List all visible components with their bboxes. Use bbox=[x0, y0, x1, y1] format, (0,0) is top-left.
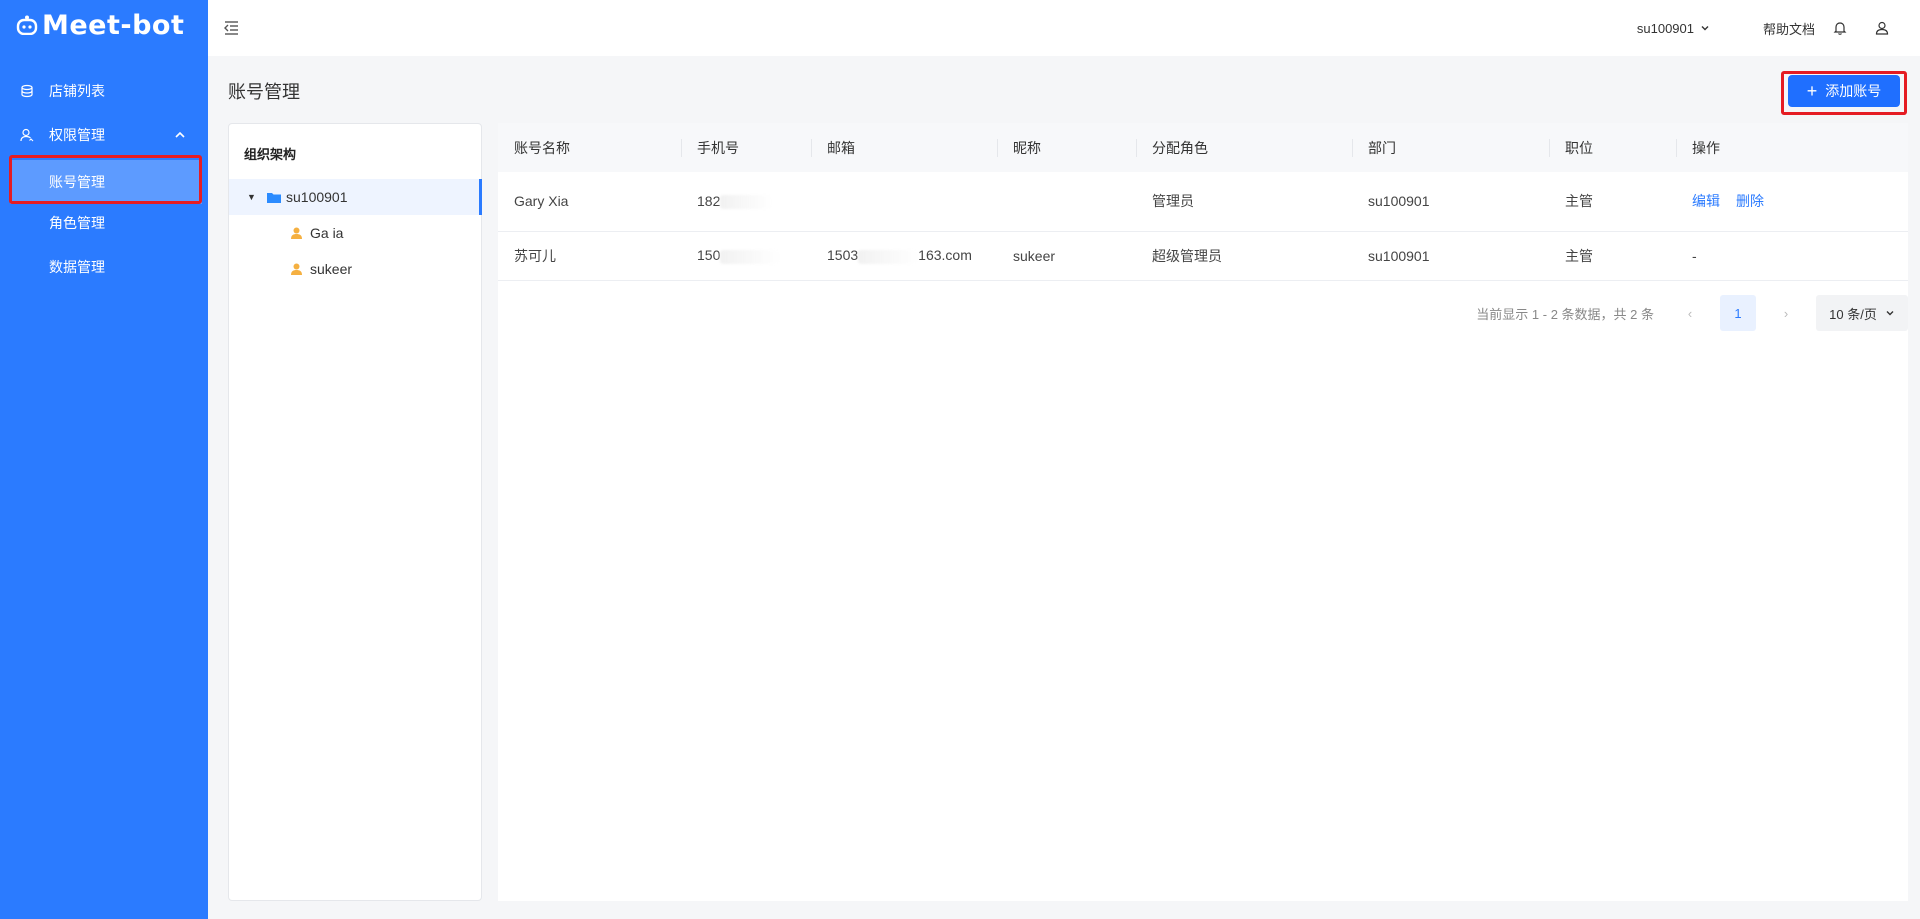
column-header: 操作 bbox=[1676, 123, 1908, 172]
prev-page-icon[interactable]: ‹ bbox=[1676, 306, 1704, 321]
person-icon bbox=[291, 227, 302, 239]
sidebar-item-account-management[interactable]: 账号管理 bbox=[10, 160, 202, 204]
store-list-icon bbox=[21, 84, 33, 98]
tree-node-member[interactable]: sukeer bbox=[229, 251, 482, 287]
column-header: 部门 bbox=[1352, 123, 1549, 172]
cell-name: Gary Xia bbox=[498, 172, 681, 232]
account-table: 账号名称 手机号 邮箱 昵称 分配角色 部门 职位 操作 Gary Xia 18… bbox=[498, 123, 1908, 281]
column-header: 手机号 bbox=[681, 123, 811, 172]
top-bar: su100901 帮助文档 bbox=[208, 0, 1920, 56]
menu-fold-icon[interactable] bbox=[222, 19, 240, 37]
edit-link[interactable]: 编辑 bbox=[1692, 193, 1720, 209]
help-docs-label: 帮助文档 bbox=[1762, 21, 1815, 37]
cell-email: 1503 163.com bbox=[811, 231, 997, 281]
table-row: Gary Xia 182 管理员 su100901 主管 编辑 删除 bbox=[498, 172, 1908, 232]
chevron-up-icon bbox=[175, 131, 185, 138]
user-name: su100901 bbox=[1636, 20, 1694, 36]
sidebar-item-label: 账号管理 bbox=[49, 174, 105, 190]
column-separator bbox=[1676, 139, 1677, 157]
column-separator bbox=[681, 139, 682, 157]
cell-nickname bbox=[997, 172, 1136, 232]
sidebar: Meet-bot 店铺列表 权限管理 账号管理 角色管理 数据管理 bbox=[0, 0, 208, 919]
redacted-blur bbox=[720, 195, 773, 210]
table-header-row: 账号名称 手机号 邮箱 昵称 分配角色 部门 职位 操作 bbox=[498, 123, 1908, 172]
redacted-blur bbox=[720, 249, 781, 264]
tree-node-label: sukeer bbox=[310, 261, 353, 277]
page-size-select[interactable]: 10 条/页 bbox=[1816, 295, 1908, 331]
cell-actions: - bbox=[1676, 231, 1908, 281]
cell-dept: su100901 bbox=[1352, 231, 1549, 281]
cell-role: 超级管理员 bbox=[1136, 231, 1352, 281]
user-permission-icon bbox=[20, 128, 34, 142]
cell-position: 主管 bbox=[1549, 172, 1676, 232]
pagination-info: 当前显示 1 - 2 条数据，共 2 条 bbox=[1476, 306, 1654, 322]
sidebar-item-store-list[interactable]: 店铺列表 bbox=[0, 69, 208, 113]
cell-nickname: sukeer bbox=[997, 231, 1136, 281]
cell-actions: 编辑 删除 bbox=[1676, 172, 1908, 232]
column-header: 昵称 bbox=[997, 123, 1136, 172]
caret-down-icon[interactable]: ▼ bbox=[247, 192, 256, 202]
sidebar-item-label: 数据管理 bbox=[49, 259, 105, 275]
org-structure-panel: 组织架构 ▼ su100901 Ga ia sukeer bbox=[228, 123, 482, 901]
plus-icon: + bbox=[1806, 81, 1818, 101]
cell-email bbox=[811, 172, 997, 232]
cell-phone: 182 bbox=[681, 172, 811, 232]
sidebar-item-label: 店铺列表 bbox=[49, 83, 105, 99]
logo-text: Meet-bot bbox=[42, 9, 185, 41]
help-docs-link[interactable]: 帮助文档 bbox=[1763, 0, 1815, 56]
page-title: 账号管理 bbox=[228, 82, 300, 102]
sidebar-item-label: 角色管理 bbox=[49, 215, 105, 231]
column-separator bbox=[1136, 139, 1137, 157]
redacted-blur bbox=[858, 249, 919, 264]
column-separator bbox=[997, 139, 998, 157]
cell-name: 苏可儿 bbox=[498, 231, 681, 281]
cell-position: 主管 bbox=[1549, 231, 1676, 281]
page-number-button[interactable]: 1 bbox=[1720, 295, 1756, 331]
bell-icon[interactable] bbox=[1832, 20, 1848, 36]
add-account-button[interactable]: + 添加账号 bbox=[1788, 75, 1900, 107]
sidebar-item-data-management[interactable]: 数据管理 bbox=[0, 245, 208, 289]
column-separator bbox=[811, 139, 812, 157]
add-account-label: 添加账号 bbox=[1825, 83, 1882, 99]
delete-link[interactable]: 删除 bbox=[1736, 193, 1764, 209]
user-dropdown[interactable]: su100901 bbox=[1637, 0, 1710, 56]
tree-node-member[interactable]: Ga ia bbox=[229, 215, 482, 251]
tree-node-label: Ga ia bbox=[310, 225, 344, 241]
sidebar-item-role-management[interactable]: 角色管理 bbox=[0, 201, 208, 245]
cell-phone: 150 bbox=[681, 231, 811, 281]
org-title: 组织架构 bbox=[244, 147, 297, 162]
pagination: 当前显示 1 - 2 条数据，共 2 条 ‹ 1 › 10 条/页 bbox=[1476, 295, 1908, 331]
chevron-down-icon bbox=[1701, 26, 1709, 31]
person-icon bbox=[291, 263, 302, 275]
sidebar-item-label: 权限管理 bbox=[49, 127, 105, 143]
tree-node-root[interactable]: ▼ su100901 bbox=[229, 179, 482, 215]
main-content: 账号管理 + 添加账号 组织架构 ▼ su100901 Ga ia sukeer… bbox=[208, 56, 1920, 919]
chevron-down-icon bbox=[1886, 311, 1894, 316]
cell-role: 管理员 bbox=[1136, 172, 1352, 232]
column-header: 邮箱 bbox=[811, 123, 997, 172]
cell-dept: su100901 bbox=[1352, 172, 1549, 232]
user-icon[interactable] bbox=[1874, 20, 1890, 36]
app-logo[interactable]: Meet-bot bbox=[16, 9, 185, 41]
robot-logo-icon bbox=[16, 15, 38, 35]
column-header: 职位 bbox=[1549, 123, 1676, 172]
column-separator bbox=[1352, 139, 1353, 157]
tree-node-label: su100901 bbox=[286, 189, 348, 205]
table-row: 苏可儿 150 1503 163.com sukeer 超级管理员 su10090… bbox=[498, 231, 1908, 281]
account-table-panel: 账号名称 手机号 邮箱 昵称 分配角色 部门 职位 操作 Gary Xia 18… bbox=[498, 123, 1908, 901]
sidebar-item-permission[interactable]: 权限管理 bbox=[0, 113, 208, 157]
folder-icon bbox=[267, 192, 281, 203]
column-header: 账号名称 bbox=[514, 139, 570, 156]
column-header: 分配角色 bbox=[1136, 123, 1352, 172]
next-page-icon[interactable]: › bbox=[1772, 306, 1800, 321]
page-size-label: 10 条/页 bbox=[1829, 306, 1877, 322]
column-separator bbox=[1549, 139, 1550, 157]
